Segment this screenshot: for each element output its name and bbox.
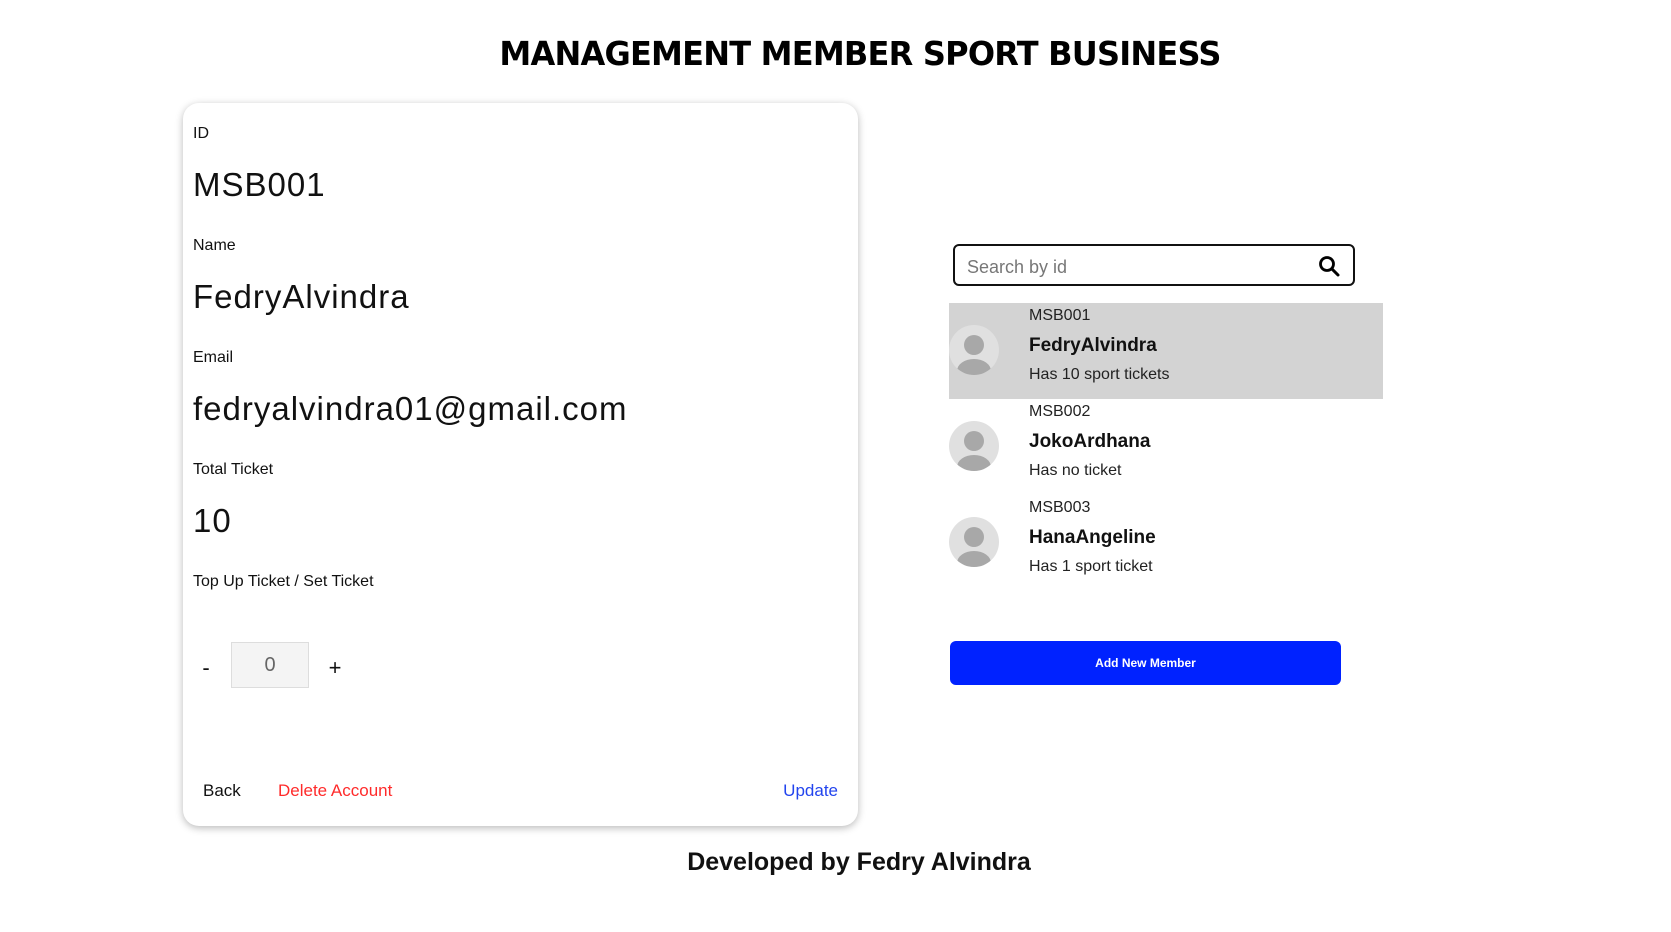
member-list-item[interactable]: MSB001 FedryAlvindra Has 10 sport ticket… [949, 303, 1383, 399]
member-ticket-status: Has no ticket [1029, 462, 1122, 479]
member-name: FedryAlvindra [1029, 335, 1157, 356]
member-list-item[interactable]: MSB002 JokoArdhana Has no ticket [949, 399, 1383, 495]
search-box [953, 244, 1355, 286]
member-id: MSB001 [1029, 307, 1091, 324]
email-label: Email [193, 349, 234, 366]
member-id: MSB003 [1029, 499, 1091, 516]
id-value: MSB001 [193, 166, 326, 203]
member-id: MSB002 [1029, 403, 1091, 420]
user-avatar-icon [949, 325, 999, 375]
page-title: MANAGEMENT MEMBER SPORT BUSINESS [499, 34, 1221, 73]
search-input[interactable] [965, 253, 1299, 281]
total-ticket-label: Total Ticket [193, 461, 274, 478]
ticket-quantity-input[interactable] [231, 642, 309, 688]
member-name: JokoArdhana [1029, 431, 1151, 452]
user-avatar-icon [949, 517, 999, 567]
footer-credit: Developed by Fedry Alvindra [687, 848, 1031, 876]
name-label: Name [193, 237, 236, 254]
increment-button[interactable]: + [320, 648, 350, 688]
id-label: ID [193, 125, 209, 142]
add-new-member-button[interactable]: Add New Member [950, 641, 1341, 685]
member-list-item[interactable]: MSB003 HanaAngeline Has 1 sport ticket [949, 495, 1383, 591]
email-value: fedryalvindra01@gmail.com [193, 390, 628, 427]
name-value: FedryAlvindra [193, 278, 410, 315]
decrement-button[interactable]: - [191, 648, 221, 688]
user-avatar-icon [949, 421, 999, 471]
member-ticket-status: Has 10 sport tickets [1029, 366, 1170, 383]
update-button[interactable]: Update [783, 781, 838, 801]
member-name: HanaAngeline [1029, 527, 1156, 548]
member-detail-card: ID MSB001 Name FedryAlvindra Email fedry… [183, 103, 858, 826]
topup-label: Top Up Ticket / Set Ticket [193, 573, 374, 590]
member-list: MSB001 FedryAlvindra Has 10 sport ticket… [949, 303, 1383, 591]
back-button[interactable]: Back [203, 781, 241, 801]
delete-account-button[interactable]: Delete Account [278, 781, 392, 801]
total-ticket-value: 10 [193, 502, 232, 539]
member-ticket-status: Has 1 sport ticket [1029, 558, 1153, 575]
search-icon[interactable] [1317, 254, 1341, 278]
